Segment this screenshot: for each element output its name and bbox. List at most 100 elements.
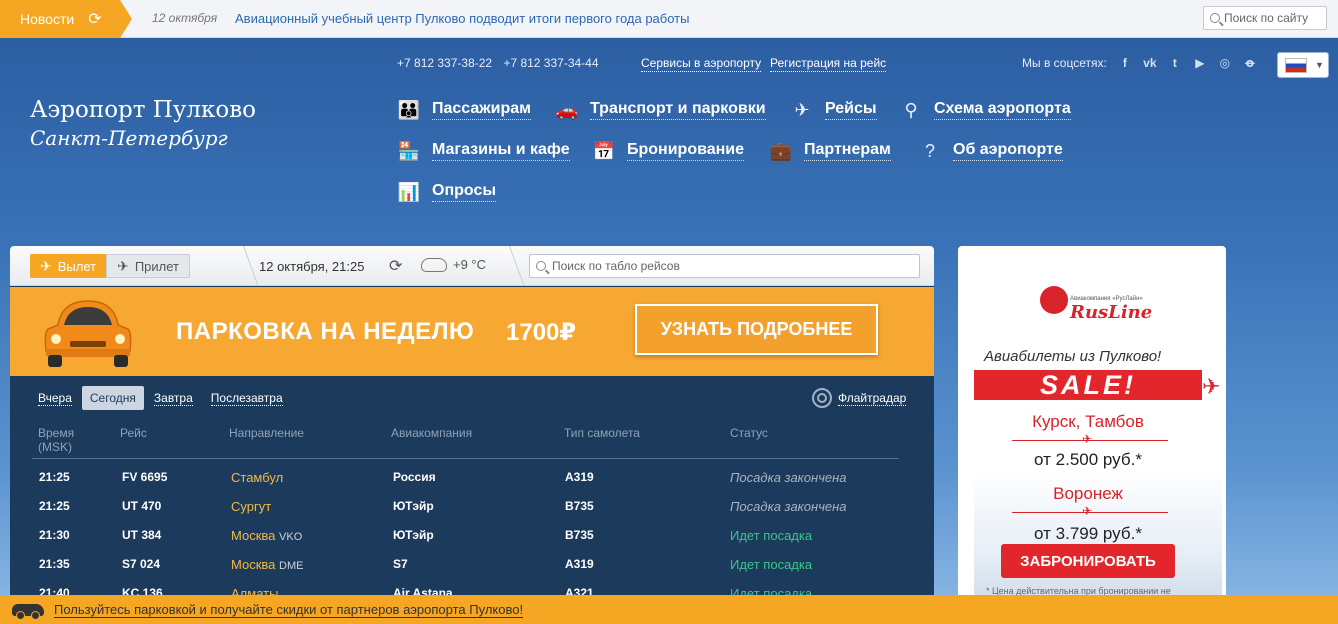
- table-row[interactable]: 21:25 UT 470 Сургут ЮТэйр B735 Посадка законч…: [10, 492, 934, 521]
- tab-departure[interactable]: ✈ Вылет: [30, 254, 107, 278]
- table-row[interactable]: 21:35 S7 024 Москва DME S7 A319 Идет посадка: [10, 550, 934, 579]
- cell-flight: UT 470: [122, 499, 161, 513]
- instagram-icon[interactable]: ◎: [1218, 56, 1232, 70]
- phone-2: +7 812 337-34-44: [503, 56, 599, 70]
- menu-passengers[interactable]: 👪 Пассажирам: [396, 98, 531, 122]
- news-tab[interactable]: Новости ⟳: [0, 0, 132, 38]
- cell-status-text: Идет посадка: [730, 528, 813, 543]
- news-bar: Новости ⟳ 12 октября Авиационный учебный…: [0, 0, 1338, 38]
- column-flight: Рейс: [120, 426, 147, 440]
- site-search[interactable]: [1203, 6, 1327, 30]
- cell-dest-text: Стамбул: [231, 470, 284, 485]
- services-link[interactable]: Сервисы в аэропорту: [641, 56, 762, 72]
- refresh-icon[interactable]: ⟳: [389, 256, 402, 276]
- map-pin-icon: ⚲: [904, 100, 918, 120]
- menu-polls[interactable]: 📊 Опросы: [396, 180, 497, 204]
- social-label: Мы в соцсетях:: [1022, 56, 1107, 70]
- cell-airline-text: ЮТэйр: [393, 528, 434, 542]
- tab-today[interactable]: Сегодня: [81, 386, 144, 410]
- tab-label: Сегодня: [89, 391, 136, 405]
- divider: [230, 246, 259, 286]
- cell-aircraft-text: B735: [565, 528, 594, 542]
- flight-board: ✈ Вылет ✈ Прилет 12 октября, 21:25 ⟳ +9 …: [10, 246, 934, 606]
- board-search-input[interactable]: [552, 259, 912, 273]
- cell-time: 21:25: [39, 499, 70, 513]
- cell-dest[interactable]: Москва DME: [231, 557, 303, 572]
- cell-flight: UT 384: [122, 528, 161, 542]
- ad-book-button[interactable]: ЗАБРОНИРОВАТЬ: [1001, 544, 1175, 578]
- airport-code: VKO: [279, 531, 303, 543]
- menu-shops[interactable]: 🏪 Магазины и кафе: [396, 139, 570, 163]
- cell-flight-text: UT 384: [122, 528, 162, 542]
- cell-dest[interactable]: Сургут: [231, 499, 271, 514]
- refresh-icon[interactable]: ⟳: [88, 9, 101, 29]
- flightradar-link[interactable]: Флайтрадар: [812, 388, 907, 408]
- menu-partners[interactable]: 💼 Партнерам: [768, 139, 891, 163]
- plane-icon: ✈: [794, 100, 810, 120]
- language-select[interactable]: ▼: [1277, 52, 1329, 78]
- cell-time-text: 21:35: [39, 557, 70, 571]
- cell-dest[interactable]: Стамбул: [231, 470, 283, 485]
- table-row[interactable]: 21:30 UT 384 Москва VKO ЮТэйр B735 Идет посад…: [10, 521, 934, 550]
- departure-plane-icon: ✈: [40, 257, 52, 274]
- logo-title[interactable]: Аэропорт Пулково: [30, 97, 256, 123]
- cell-time-text: 21:25: [39, 470, 70, 484]
- ad-sale-banner: SALE!: [974, 370, 1202, 400]
- tab-yesterday[interactable]: Вчера: [30, 386, 80, 410]
- news-headline-link[interactable]: Авиационный учебный центр Пулково подвод…: [235, 11, 689, 26]
- day-tabs: Вчера Сегодня Завтра Послезавтра: [30, 386, 293, 410]
- divider: [496, 246, 525, 286]
- twitter-icon[interactable]: t: [1168, 56, 1182, 70]
- menu-label: Транспорт и парковки: [590, 100, 766, 120]
- menu-about[interactable]: ? Об аэропорте: [917, 139, 1063, 163]
- menu-airport-map[interactable]: ⚲ Схема аэропорта: [898, 98, 1071, 122]
- direction-toggle: ✈ Вылет ✈ Прилет: [30, 254, 191, 278]
- cell-aircraft-text: A319: [565, 557, 594, 571]
- news-date: 12 октября: [152, 11, 218, 25]
- cell-flight: FV 6695: [122, 470, 167, 484]
- cell-dest-text: Москва: [231, 557, 276, 572]
- poll-icon: 📊: [397, 182, 421, 202]
- cell-time: 21:30: [39, 528, 70, 542]
- tab-departure-label: Вылет: [57, 258, 97, 274]
- news-tab-label: Новости: [20, 11, 75, 27]
- column-status: Статус: [730, 426, 768, 440]
- checkin-link[interactable]: Регистрация на рейс: [770, 56, 887, 72]
- vk-icon[interactable]: vk: [1143, 56, 1157, 70]
- cell-dest[interactable]: Москва VKO: [231, 528, 302, 543]
- cell-airline-text: Россия: [393, 470, 436, 484]
- rusline-ad[interactable]: Авиакомпания «РусЛайн» RusLine Авиабилет…: [958, 246, 1226, 606]
- weather: +9 °C: [421, 257, 486, 272]
- cell-aircraft-text: A319: [565, 470, 594, 484]
- ad-airline-name: RusLine: [1070, 302, 1153, 323]
- airport-code: DME: [279, 560, 304, 572]
- tab-arrival-label: Прилет: [134, 258, 180, 274]
- cell-status-text: Посадка закончена: [730, 470, 847, 485]
- passengers-icon: 👪: [397, 100, 421, 120]
- board-search[interactable]: [529, 254, 920, 278]
- tab-arrival[interactable]: ✈ Прилет: [106, 254, 191, 278]
- parking-promo-banner[interactable]: ПАРКОВКА НА НЕДЕЛЮ 1700₽ УЗНАТЬ ПОДРОБНЕ…: [10, 287, 934, 376]
- menu-flights[interactable]: ✈ Рейсы: [789, 98, 877, 122]
- rusline-logo-icon: [1040, 286, 1068, 314]
- cell-time-text: 21:30: [39, 528, 70, 542]
- site-search-input[interactable]: [1224, 11, 1320, 25]
- column-direction: Направление: [229, 426, 304, 440]
- ad-separator: [1012, 432, 1168, 446]
- tab-label: Завтра: [153, 390, 193, 406]
- menu-label: Опросы: [432, 182, 497, 202]
- table-row[interactable]: 21:25 FV 6695 Стамбул Россия A319 Посадка зак…: [10, 463, 934, 492]
- facebook-icon[interactable]: f: [1118, 56, 1132, 70]
- youtube-icon[interactable]: ▶: [1193, 56, 1207, 70]
- parking-notice-link[interactable]: Пользуйтесь парковкой и получайте скидки…: [54, 602, 524, 618]
- ad-route-2: Воронеж: [1053, 484, 1123, 503]
- cell-time-text: 21:25: [39, 499, 70, 513]
- promo-details-button[interactable]: УЗНАТЬ ПОДРОБНЕЕ: [635, 304, 878, 355]
- cell-status: Посадка закончена: [730, 470, 847, 485]
- cell-airline: ЮТэйр: [393, 499, 434, 513]
- tab-day-after-tomorrow[interactable]: Послезавтра: [203, 386, 291, 410]
- tab-tomorrow[interactable]: Завтра: [146, 386, 201, 410]
- odnoklassniki-icon[interactable]: ꝋ: [1243, 56, 1257, 70]
- menu-booking[interactable]: 📅 Бронирование: [591, 139, 745, 163]
- menu-transport[interactable]: 🚗 Транспорт и парковки: [554, 98, 766, 122]
